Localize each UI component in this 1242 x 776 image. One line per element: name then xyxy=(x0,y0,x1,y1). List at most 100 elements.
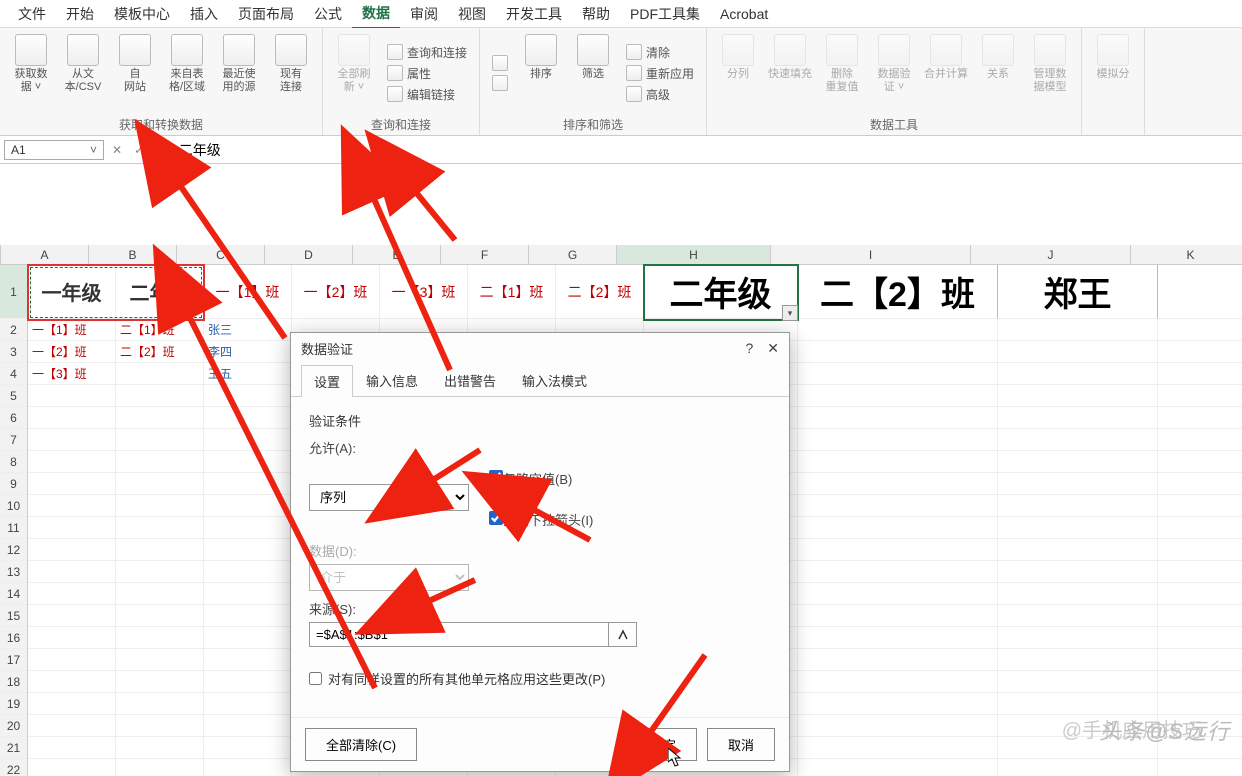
cell-J11[interactable] xyxy=(998,517,1158,539)
column-header-B[interactable]: B xyxy=(89,245,177,265)
cell-C2[interactable]: 张三 xyxy=(204,319,292,341)
cell-A5[interactable] xyxy=(28,385,116,407)
cell-J7[interactable] xyxy=(998,429,1158,451)
cell-K4[interactable] xyxy=(1158,363,1242,385)
cell-A1[interactable]: 一年级 xyxy=(28,265,116,319)
cell-I14[interactable] xyxy=(798,583,998,605)
dialog-tab-0[interactable]: 设置 xyxy=(301,365,353,397)
ribbon-stack-item[interactable]: 查询和连接 xyxy=(385,43,469,62)
cell-B10[interactable] xyxy=(116,495,204,517)
cell-I19[interactable] xyxy=(798,693,998,715)
name-box-dropdown-icon[interactable]: ˅ xyxy=(90,143,97,157)
cell-B21[interactable] xyxy=(116,737,204,759)
cell-I1[interactable]: 二【2】班 xyxy=(798,265,998,319)
cell-K13[interactable] xyxy=(1158,561,1242,583)
cell-K7[interactable] xyxy=(1158,429,1242,451)
help-icon[interactable]: ? xyxy=(745,340,753,357)
row-header-6[interactable]: 6 xyxy=(0,407,28,429)
ribbon-button[interactable]: 从文 本/CSV xyxy=(58,32,108,114)
cell-J8[interactable] xyxy=(998,451,1158,473)
formula-input[interactable] xyxy=(173,140,1238,160)
cell-B1[interactable]: 二年级 xyxy=(116,265,204,319)
cell-A11[interactable] xyxy=(28,517,116,539)
cell-C20[interactable] xyxy=(204,715,292,737)
cell-I5[interactable] xyxy=(798,385,998,407)
cell-I13[interactable] xyxy=(798,561,998,583)
cell-B7[interactable] xyxy=(116,429,204,451)
cell-C17[interactable] xyxy=(204,649,292,671)
cell-A20[interactable] xyxy=(28,715,116,737)
row-header-3[interactable]: 3 xyxy=(0,341,28,363)
cell-B8[interactable] xyxy=(116,451,204,473)
ribbon-stack-item[interactable]: 清除 xyxy=(624,43,696,62)
dialog-tab-1[interactable]: 输入信息 xyxy=(353,364,431,396)
cell-K11[interactable] xyxy=(1158,517,1242,539)
cell-F1[interactable]: 二【1】班 xyxy=(468,265,556,319)
column-header-F[interactable]: F xyxy=(441,245,529,265)
menu-item-10[interactable]: 帮助 xyxy=(572,0,620,28)
cell-J9[interactable] xyxy=(998,473,1158,495)
cell-I20[interactable] xyxy=(798,715,998,737)
cell-I6[interactable] xyxy=(798,407,998,429)
cell-B5[interactable] xyxy=(116,385,204,407)
column-header-I[interactable]: I xyxy=(771,245,971,265)
cell-K19[interactable] xyxy=(1158,693,1242,715)
cell-A10[interactable] xyxy=(28,495,116,517)
ribbon-stack-item[interactable]: 重新应用 xyxy=(624,64,696,83)
ribbon-button[interactable]: 自 网站 xyxy=(110,32,160,114)
menu-item-2[interactable]: 模板中心 xyxy=(104,0,180,28)
row-header-4[interactable]: 4 xyxy=(0,363,28,385)
row-header-19[interactable]: 19 xyxy=(0,693,28,715)
allow-select[interactable]: 序列 xyxy=(309,484,469,511)
row-header-22[interactable]: 22 xyxy=(0,759,28,776)
cell-I16[interactable] xyxy=(798,627,998,649)
cell-C13[interactable] xyxy=(204,561,292,583)
cell-K5[interactable] xyxy=(1158,385,1242,407)
row-header-14[interactable]: 14 xyxy=(0,583,28,605)
row-header-5[interactable]: 5 xyxy=(0,385,28,407)
cell-J6[interactable] xyxy=(998,407,1158,429)
cell-K2[interactable] xyxy=(1158,319,1242,341)
cell-I17[interactable] xyxy=(798,649,998,671)
cell-B2[interactable]: 二【1】班 xyxy=(116,319,204,341)
ignore-blank-checkbox[interactable] xyxy=(489,470,503,484)
row-header-12[interactable]: 12 xyxy=(0,539,28,561)
cell-C3[interactable]: 李四 xyxy=(204,341,292,363)
cell-A8[interactable] xyxy=(28,451,116,473)
sort-button[interactable] xyxy=(490,74,510,92)
cell-C5[interactable] xyxy=(204,385,292,407)
cell-A12[interactable] xyxy=(28,539,116,561)
cell-C12[interactable] xyxy=(204,539,292,561)
row-header-2[interactable]: 2 xyxy=(0,319,28,341)
fx-icon[interactable]: fx xyxy=(152,142,169,157)
cell-K12[interactable] xyxy=(1158,539,1242,561)
row-header-11[interactable]: 11 xyxy=(0,517,28,539)
menu-item-0[interactable]: 文件 xyxy=(8,0,56,28)
source-input[interactable] xyxy=(309,622,609,647)
menu-item-6[interactable]: 数据 xyxy=(352,0,400,29)
cell-B12[interactable] xyxy=(116,539,204,561)
menu-item-1[interactable]: 开始 xyxy=(56,0,104,28)
cell-J19[interactable] xyxy=(998,693,1158,715)
cell-J13[interactable] xyxy=(998,561,1158,583)
cell-A21[interactable] xyxy=(28,737,116,759)
ribbon-button[interactable]: 最近使 用的源 xyxy=(214,32,264,114)
cell-dropdown-icon[interactable]: ▾ xyxy=(782,305,798,321)
cell-K17[interactable] xyxy=(1158,649,1242,671)
cell-I8[interactable] xyxy=(798,451,998,473)
row-header-15[interactable]: 15 xyxy=(0,605,28,627)
column-header-K[interactable]: K xyxy=(1131,245,1242,265)
row-header-17[interactable]: 17 xyxy=(0,649,28,671)
cell-I12[interactable] xyxy=(798,539,998,561)
cell-C14[interactable] xyxy=(204,583,292,605)
cell-B6[interactable] xyxy=(116,407,204,429)
cell-C9[interactable] xyxy=(204,473,292,495)
cell-C11[interactable] xyxy=(204,517,292,539)
cell-A19[interactable] xyxy=(28,693,116,715)
cell-K22[interactable] xyxy=(1158,759,1242,776)
cell-K8[interactable] xyxy=(1158,451,1242,473)
cell-C10[interactable] xyxy=(204,495,292,517)
ribbon-button[interactable]: 来自表 格/区域 xyxy=(162,32,212,114)
cell-C19[interactable] xyxy=(204,693,292,715)
cell-C4[interactable]: 王五 xyxy=(204,363,292,385)
